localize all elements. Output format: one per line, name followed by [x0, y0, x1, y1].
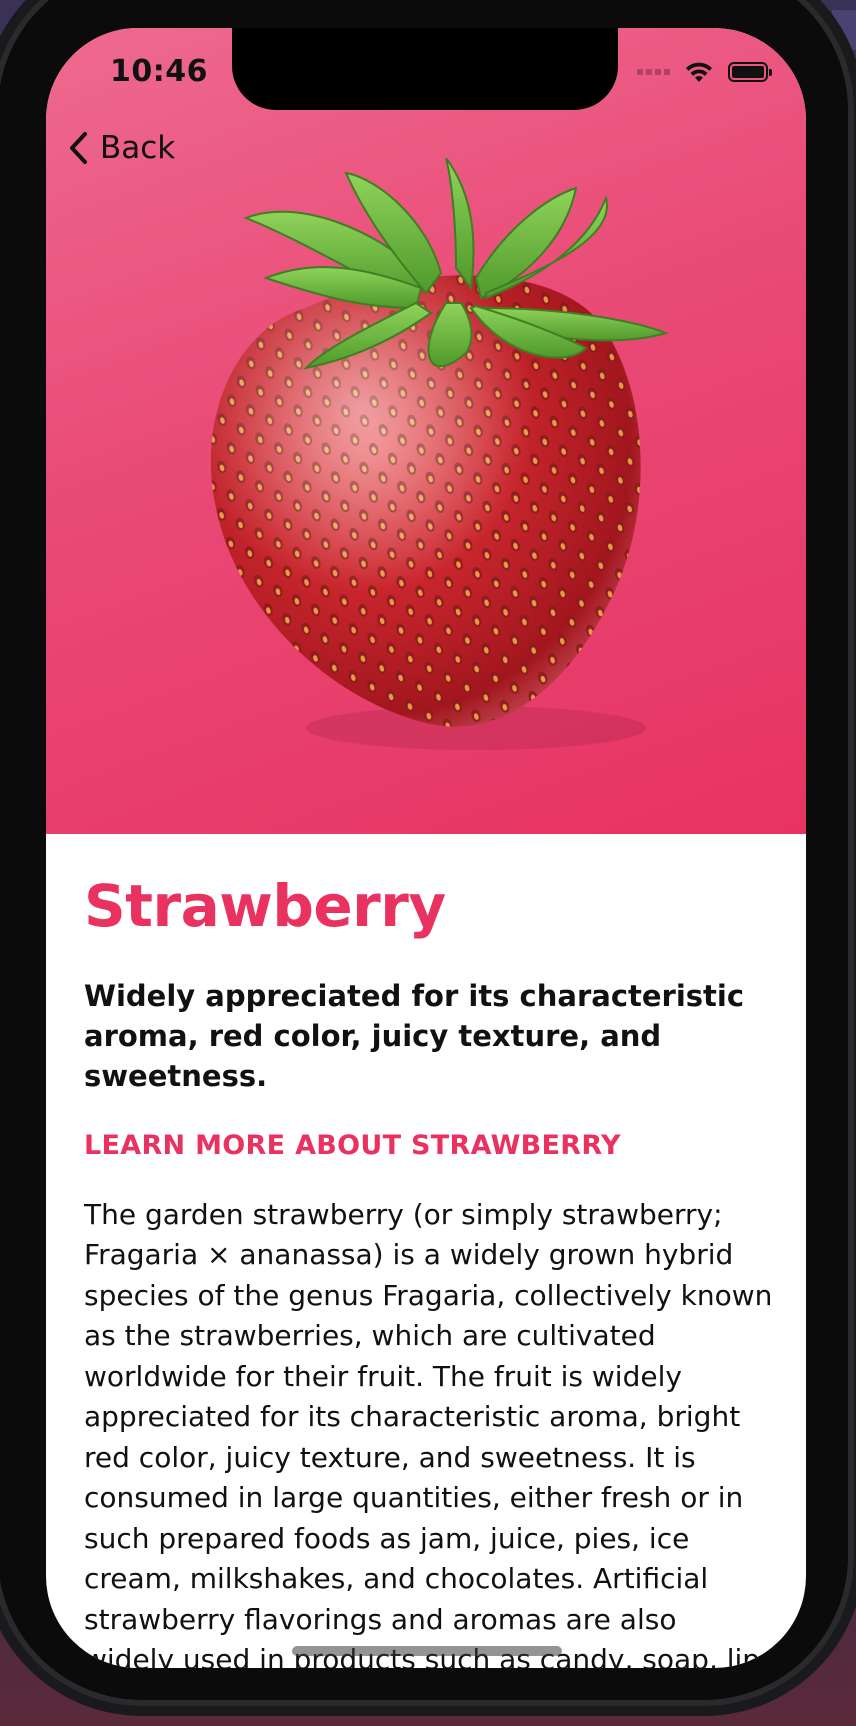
- desktop-background: 10:46 Back Strawberry Widely appreciated…: [0, 0, 856, 1726]
- app-screen: 10:46 Back Strawberry Widely appreciated…: [46, 28, 806, 1668]
- page-title: Strawberry: [84, 872, 446, 940]
- wifi-icon: [686, 62, 712, 82]
- battery-icon: [728, 62, 772, 82]
- learn-more-link[interactable]: LEARN MORE ABOUT STRAWBERRY: [84, 1130, 621, 1161]
- chevron-left-icon: [70, 132, 87, 164]
- back-button[interactable]: Back: [66, 130, 175, 166]
- device-notch: [232, 28, 618, 110]
- fruit-details: Strawberry Widely appreciated for its ch…: [84, 834, 774, 1668]
- back-button-label: Back: [100, 130, 176, 166]
- strawberry-image: [210, 158, 670, 750]
- status-icons: [637, 58, 772, 86]
- cellular-signal-icon: [637, 69, 670, 75]
- fruit-headline: Widely appreciated for its characteristi…: [84, 978, 745, 1093]
- hero-header: 10:46 Back: [46, 28, 806, 834]
- status-time: 10:46: [110, 54, 208, 89]
- home-indicator[interactable]: [292, 1646, 562, 1656]
- fruit-description: The garden strawberry (or simply strawbe…: [84, 1197, 773, 1668]
